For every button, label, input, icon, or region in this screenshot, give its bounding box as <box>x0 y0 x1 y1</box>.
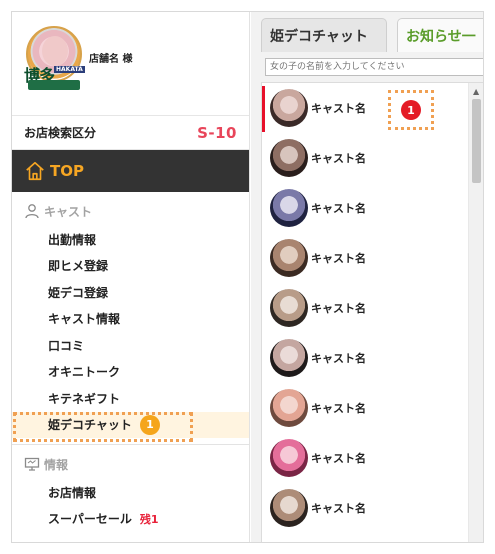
cast-name: キャスト名 <box>311 252 366 265</box>
cast-name: キャスト名 <box>311 102 366 115</box>
menu-item-attendance[interactable]: 出勤情報 <box>12 226 249 253</box>
search-category-code: S-10 <box>197 123 237 142</box>
cast-name: キャスト名 <box>311 302 366 315</box>
cast-section-title: キャスト <box>44 204 93 219</box>
cast-avatar <box>270 389 308 427</box>
menu-item-label: 姫デコチャット <box>48 418 132 433</box>
sale-stock-badge: 残1 <box>139 512 159 526</box>
nav-top[interactable]: TOP <box>12 150 249 192</box>
cast-list-item[interactable]: キャスト名 <box>262 283 483 333</box>
shop-logo: 博多 HAKATA <box>24 26 85 92</box>
menu-item-label: 口コミ <box>48 338 85 353</box>
shop-name: 店舗名 様 <box>89 54 133 65</box>
shop-header: 博多 HAKATA 店舗名 様 <box>12 12 249 116</box>
chat-panel: 姫デコチャット お知らせ一 キャスト名1キャスト名キャスト名キャスト名キャスト名… <box>251 12 483 542</box>
menu-item-label: スーパーセール <box>48 512 132 527</box>
search-category-label: お店検索区分 <box>24 126 97 140</box>
menu-item-reviews[interactable]: 口コミ <box>12 332 249 359</box>
menu-item-label: キテネギフト <box>48 391 121 406</box>
cast-avatar <box>270 289 308 327</box>
logo-badge: HAKATA <box>54 66 85 73</box>
home-icon <box>26 161 44 181</box>
cast-name: キャスト名 <box>311 452 366 465</box>
info-section-heading: 情報 <box>12 449 249 479</box>
cast-list-item[interactable]: キャスト名 <box>262 333 483 383</box>
info-section-title: 情報 <box>44 457 69 472</box>
cast-search-input[interactable] <box>265 58 483 76</box>
menu-item-instant-register[interactable]: 即ヒメ登録 <box>12 253 249 280</box>
cast-list-item[interactable]: キャスト名 <box>262 183 483 233</box>
info-section: 情報 お店情報 スーパーセール 残1 <box>12 449 249 532</box>
menu-item-label: オキニトーク <box>48 365 121 380</box>
cast-name: キャスト名 <box>311 152 366 165</box>
tab-bar: 姫デコチャット お知らせ一 <box>251 12 483 56</box>
menu-item-label: 即ヒメ登録 <box>48 259 109 274</box>
monitor-icon <box>24 457 40 471</box>
nav-top-label: TOP <box>50 162 84 180</box>
section-divider <box>12 444 249 445</box>
cast-avatar <box>270 339 308 377</box>
cast-list-item[interactable]: キャスト名 <box>262 433 483 483</box>
cast-name: キャスト名 <box>311 202 366 215</box>
cast-name: キャスト名 <box>311 352 366 365</box>
unread-badge: 1 <box>139 414 160 435</box>
cast-avatar <box>270 239 308 277</box>
scroll-up-icon[interactable]: ▲ <box>473 87 479 96</box>
menu-item-hime-deco-chat[interactable]: 姫デコチャット 1 <box>12 411 249 442</box>
menu-item-super-sale[interactable]: スーパーセール 残1 <box>12 506 249 533</box>
menu-item-label: 出勤情報 <box>48 232 97 247</box>
search-category-row: お店検索区分 S-10 <box>12 116 249 150</box>
unread-count-badge: 1 <box>401 100 421 120</box>
menu-item-okini-talk[interactable]: オキニトーク <box>12 359 249 386</box>
cast-list-item[interactable]: キャスト名 <box>262 483 483 533</box>
cast-section: キャスト 出勤情報 即ヒメ登録 姫デコ登録 キャスト情報 口コミ オキニトーク … <box>12 196 249 445</box>
cast-avatar <box>270 189 308 227</box>
menu-item-cast-info[interactable]: キャスト情報 <box>12 306 249 333</box>
unread-highlight-outline: 1 <box>388 90 434 130</box>
menu-item-shop-info[interactable]: お店情報 <box>12 479 249 506</box>
sidebar: 博多 HAKATA 店舗名 様 お店検索区分 S-10 TOP キャスト 出勤情… <box>12 12 250 542</box>
cast-avatar <box>270 439 308 477</box>
cast-name: キャスト名 <box>311 502 366 515</box>
cast-list-item[interactable]: キャスト名 1 <box>262 83 483 133</box>
cast-list-item[interactable]: キャスト名 <box>262 133 483 183</box>
person-icon <box>25 204 39 219</box>
cast-list-item[interactable]: キャスト名 <box>262 383 483 433</box>
menu-item-label: 姫デコ登録 <box>48 285 109 300</box>
cast-name: キャスト名 <box>311 402 366 415</box>
menu-item-kitene-gift[interactable]: キテネギフト <box>12 385 249 412</box>
cast-avatar <box>270 139 308 177</box>
scrollbar[interactable]: ▲ <box>468 83 483 542</box>
menu-item-label: キャスト情報 <box>48 312 121 327</box>
tab-notifications[interactable]: お知らせ一 <box>397 18 483 52</box>
menu-item-label: お店情報 <box>48 485 97 500</box>
menu-item-hime-deco-register[interactable]: 姫デコ登録 <box>12 279 249 306</box>
cast-avatar <box>270 489 308 527</box>
cast-avatar <box>270 89 308 127</box>
cast-list: キャスト名 1 キャスト名 キャスト名 キャスト名 キャスト名 キャスト名 キャスト名 キャスト… <box>261 82 483 542</box>
scrollbar-thumb[interactable] <box>472 99 481 183</box>
cast-section-heading: キャスト <box>12 196 249 226</box>
app-window: 博多 HAKATA 店舗名 様 お店検索区分 S-10 TOP キャスト 出勤情… <box>11 11 484 543</box>
tab-hime-deco-chat[interactable]: 姫デコチャット <box>261 18 387 52</box>
cast-list-item[interactable]: キャスト名 <box>262 233 483 283</box>
